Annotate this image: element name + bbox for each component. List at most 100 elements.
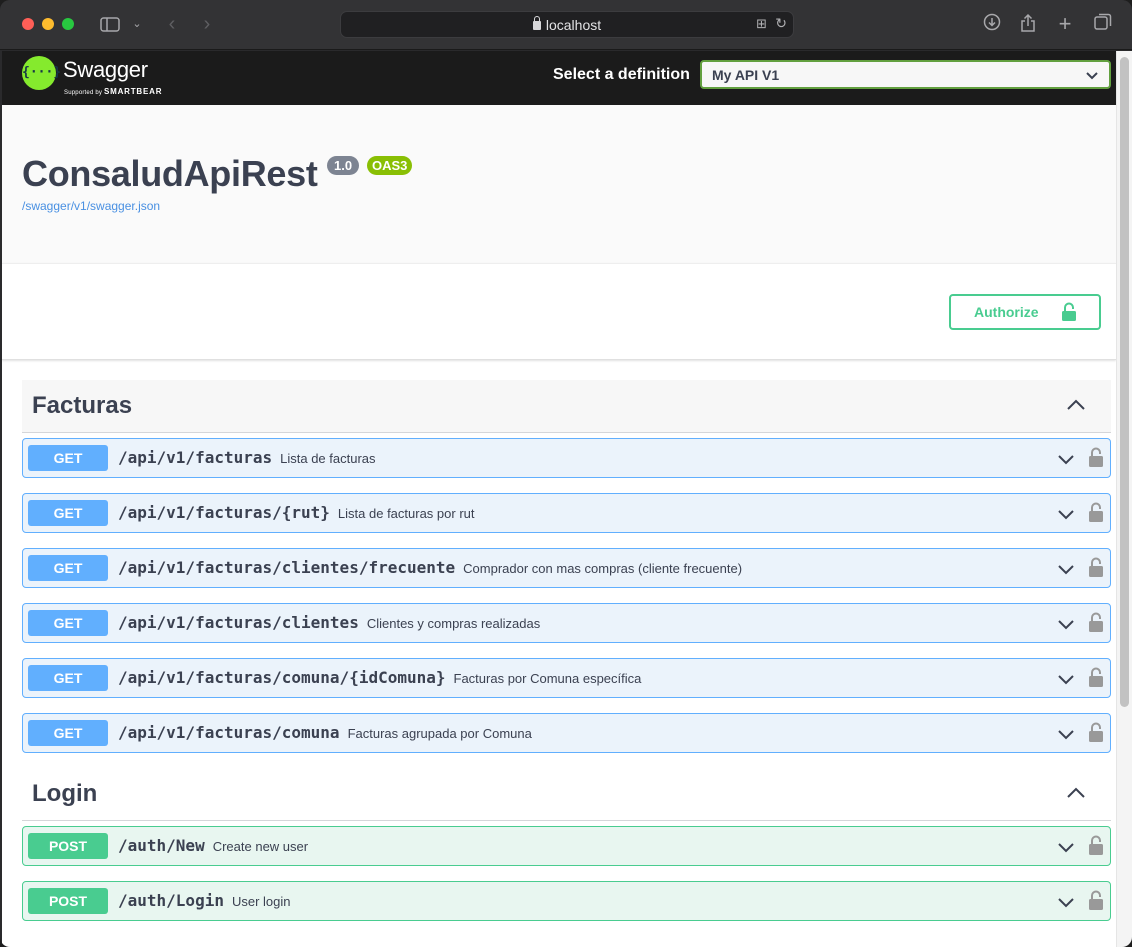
- browser-toolbar: ⌄ ‹ › localhost ⊞ ↻ +: [0, 0, 1132, 50]
- chevron-down-icon: [1086, 72, 1098, 80]
- authorize-label: Authorize: [974, 304, 1039, 320]
- operation-path: /api/v1/facturas/clientes: [118, 613, 359, 632]
- reload-icon[interactable]: ↻: [775, 15, 787, 32]
- close-window-button[interactable]: [22, 18, 34, 30]
- chevron-down-icon[interactable]: [1057, 673, 1075, 685]
- operation-get-clientes[interactable]: GET /api/v1/facturas/clientes Clientes y …: [22, 603, 1111, 643]
- tab-overview-icon[interactable]: [1093, 13, 1113, 35]
- operation-summary: /auth/Login User login: [118, 891, 291, 910]
- operation-summary: /api/v1/facturas/comuna/{idComuna} Factur…: [118, 668, 641, 687]
- oas-badge: OAS3: [367, 156, 413, 175]
- translate-icon[interactable]: ⊞: [756, 16, 767, 32]
- unlocked-icon[interactable]: [1088, 835, 1104, 856]
- operation-post-auth-new[interactable]: POST /auth/New Create new user: [22, 826, 1111, 866]
- operation-path: /api/v1/facturas/comuna/{idComuna}: [118, 668, 446, 687]
- operation-get-facturas[interactable]: GET /api/v1/facturas Lista de facturas: [22, 438, 1111, 478]
- operation-get-clientes-frecuente[interactable]: GET /api/v1/facturas/clientes/frecuente C…: [22, 548, 1111, 588]
- unlocked-icon[interactable]: [1088, 557, 1104, 578]
- sidebar-icon[interactable]: [100, 13, 120, 35]
- unlocked-icon: [1062, 302, 1076, 321]
- operation-summary: /api/v1/facturas/clientes/frecuente Compr…: [118, 558, 742, 577]
- chevron-down-icon[interactable]: [1057, 453, 1075, 465]
- spec-url-link[interactable]: /swagger/v1/swagger.json: [22, 199, 160, 213]
- chevron-down-icon[interactable]: [1057, 563, 1075, 575]
- operation-description: Lista de facturas: [280, 451, 376, 466]
- operation-path: /api/v1/facturas/{rut}: [118, 503, 330, 522]
- url-display: localhost: [341, 12, 793, 38]
- tag-facturas-header[interactable]: Facturas: [22, 380, 1111, 433]
- unlocked-icon[interactable]: [1088, 612, 1104, 633]
- method-badge: GET: [28, 665, 108, 691]
- tag-title: Facturas: [32, 392, 133, 419]
- schemes-section: Authorize: [2, 263, 1116, 360]
- operation-path: /api/v1/facturas: [118, 448, 273, 467]
- lock-icon: [532, 16, 541, 30]
- chevron-down-icon[interactable]: ⌄: [130, 13, 144, 35]
- operation-description: Facturas por Comuna específica: [453, 671, 642, 686]
- operation-summary: /api/v1/facturas/comuna Facturas agrupada…: [118, 723, 532, 742]
- definition-label: Select a definition: [553, 66, 690, 83]
- definition-select-value: My API V1: [712, 67, 780, 83]
- chevron-down-icon[interactable]: [1057, 508, 1075, 520]
- url-text: localhost: [545, 17, 602, 33]
- unlocked-icon[interactable]: [1088, 667, 1104, 688]
- operation-description: Create new user: [212, 839, 309, 854]
- download-icon[interactable]: [982, 13, 1002, 35]
- chevron-up-icon[interactable]: [1066, 398, 1086, 412]
- operation-summary: /api/v1/facturas/{rut} Lista de facturas …: [118, 503, 475, 522]
- method-badge: GET: [28, 555, 108, 581]
- operation-summary: /api/v1/facturas Lista de facturas: [118, 448, 376, 467]
- chevron-down-icon[interactable]: [1057, 896, 1075, 908]
- operation-get-facturas-rut[interactable]: GET /api/v1/facturas/{rut} Lista de factu…: [22, 493, 1111, 533]
- operation-description: Comprador con mas compras (cliente frecu…: [463, 561, 743, 576]
- operation-get-comuna-id[interactable]: GET /api/v1/facturas/comuna/{idComuna} Fa…: [22, 658, 1111, 698]
- method-badge: GET: [28, 610, 108, 636]
- chevron-down-icon[interactable]: [1057, 841, 1075, 853]
- method-badge: POST: [28, 833, 108, 859]
- address-bar[interactable]: localhost ⊞ ↻: [340, 11, 794, 38]
- back-icon[interactable]: ‹: [163, 13, 181, 35]
- swagger-topbar: {···} Swagger Supported by SMARTBEAR Sel…: [2, 51, 1116, 105]
- authorize-button[interactable]: Authorize: [949, 294, 1101, 330]
- swagger-logo-icon[interactable]: {···}: [22, 56, 61, 90]
- version-badge: 1.0: [327, 156, 360, 175]
- operation-summary: /auth/New Create new user: [118, 836, 308, 855]
- unlocked-icon[interactable]: [1088, 722, 1104, 743]
- operation-path: /api/v1/facturas/clientes/frecuente: [118, 558, 456, 577]
- fullscreen-window-button[interactable]: [62, 18, 74, 30]
- api-info: ConsaludApiRest 1.0 OAS3 /swagger/v1/swa…: [2, 105, 1116, 263]
- operation-get-comuna[interactable]: GET /api/v1/facturas/comuna Facturas agru…: [22, 713, 1111, 753]
- forward-icon[interactable]: ›: [198, 13, 216, 35]
- share-icon[interactable]: [1018, 13, 1038, 35]
- tag-title: Login: [32, 780, 98, 807]
- chevron-up-icon[interactable]: [1066, 786, 1086, 800]
- unlocked-icon[interactable]: [1088, 447, 1104, 468]
- definition-select[interactable]: My API V1: [700, 60, 1111, 89]
- swagger-page: {···} Swagger Supported by SMARTBEAR Sel…: [2, 51, 1116, 947]
- method-badge: GET: [28, 445, 108, 471]
- swagger-logo-tagline: Supported by SMARTBEAR: [64, 87, 162, 96]
- new-tab-icon[interactable]: +: [1055, 13, 1075, 35]
- tag-login-header[interactable]: Login: [22, 768, 1111, 821]
- unlocked-icon[interactable]: [1088, 890, 1104, 911]
- smartbear-text: SMARTBEAR: [103, 87, 163, 96]
- operation-path: /api/v1/facturas/comuna: [118, 723, 340, 742]
- method-badge: GET: [28, 500, 108, 526]
- swagger-logo-text[interactable]: Swagger: [63, 57, 148, 83]
- minimize-window-button[interactable]: [42, 18, 54, 30]
- operation-description: Facturas agrupada por Comuna: [347, 726, 532, 741]
- method-badge: GET: [28, 720, 108, 746]
- scrollbar-thumb[interactable]: [1120, 57, 1129, 707]
- api-title: ConsaludApiRest: [22, 153, 318, 194]
- browser-window: ⌄ ‹ › localhost ⊞ ↻ + {···} Swagger Supp…: [0, 0, 1132, 947]
- operation-path: /auth/Login: [118, 891, 224, 910]
- page-scrollbar[interactable]: [1116, 51, 1132, 947]
- operation-description: Clientes y compras realizadas: [366, 616, 541, 631]
- chevron-down-icon[interactable]: [1057, 728, 1075, 740]
- chevron-down-icon[interactable]: [1057, 618, 1075, 630]
- operation-post-auth-login[interactable]: POST /auth/Login User login: [22, 881, 1111, 921]
- operation-summary: /api/v1/facturas/clientes Clientes y comp…: [118, 613, 540, 632]
- supported-by-text: Supported by: [64, 90, 103, 96]
- operation-path: /auth/New: [118, 836, 205, 855]
- unlocked-icon[interactable]: [1088, 502, 1104, 523]
